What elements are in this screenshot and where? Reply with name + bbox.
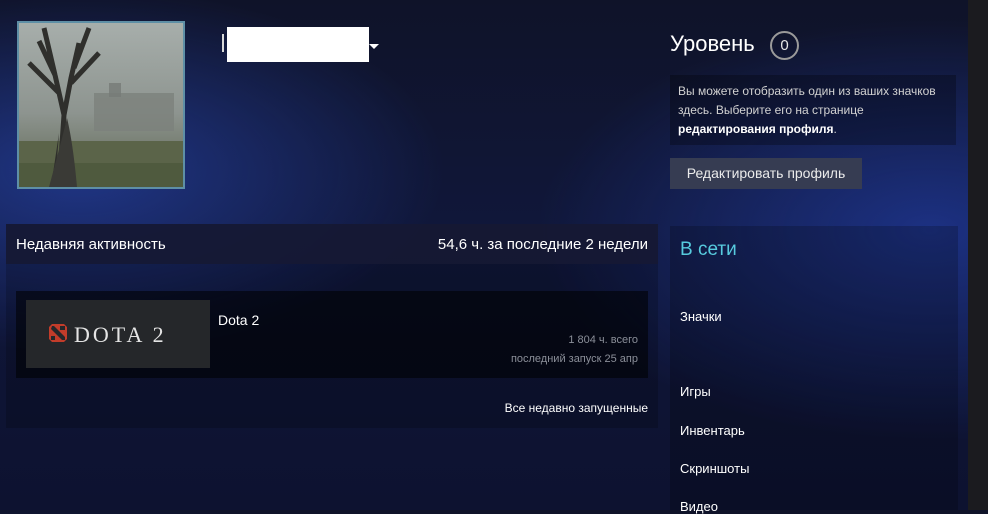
sidebar-item-videos[interactable]: Видео xyxy=(680,499,718,514)
recent-activity-header: Недавняя активность 54,6 ч. за последние… xyxy=(6,224,658,264)
sidebar-item-screenshots[interactable]: Скриншоты xyxy=(680,461,749,476)
game-total-hours: 1 804 ч. всего xyxy=(568,334,638,346)
profile-sidebar: В сети Значки Игры Инвентарь Скриншоты В… xyxy=(670,226,958,514)
name-cursor-mark xyxy=(222,34,224,52)
all-recent-games-link[interactable]: Все недавно запущенные xyxy=(505,401,648,415)
name-dropdown-chevron-down-icon[interactable] xyxy=(369,44,379,49)
edit-profile-link[interactable]: редактирования профиля xyxy=(678,122,833,136)
avatar[interactable] xyxy=(17,21,185,189)
profile-name-redacted xyxy=(227,27,369,62)
badge-note-end: . xyxy=(833,122,837,136)
dota-logo-icon xyxy=(49,324,67,342)
edit-profile-button[interactable]: Редактировать профиль xyxy=(670,158,862,189)
game-capsule-title: DOTA 2 xyxy=(74,322,167,347)
recent-activity-hours: 54,6 ч. за последние 2 недели xyxy=(437,236,648,253)
sidebar-item-games[interactable]: Игры xyxy=(680,384,711,399)
game-card: DOTA 2 Dota 2 1 804 ч. всего последний з… xyxy=(16,291,648,378)
game-last-played: последний запуск 25 апр xyxy=(510,353,638,365)
avatar-image xyxy=(19,23,183,187)
game-capsule[interactable]: DOTA 2 xyxy=(26,300,210,368)
level-badge[interactable]: 0 xyxy=(770,31,799,60)
game-name-link[interactable]: Dota 2 xyxy=(218,312,259,328)
level-label: Уровень xyxy=(670,31,755,56)
recent-activity-title: Недавняя активность xyxy=(16,236,166,253)
sidebar-item-badges[interactable]: Значки xyxy=(680,309,722,324)
recent-activity-panel: Недавняя активность 54,6 ч. за последние… xyxy=(6,224,658,428)
online-status: В сети xyxy=(680,239,737,260)
sidebar-item-inventory[interactable]: Инвентарь xyxy=(680,423,745,438)
badge-showcase-note: Вы можете отобразить один из ваших значк… xyxy=(670,75,956,145)
badge-note-text: Вы можете отобразить один из ваших значк… xyxy=(678,84,936,117)
page-scrollbar-track[interactable] xyxy=(968,0,988,510)
